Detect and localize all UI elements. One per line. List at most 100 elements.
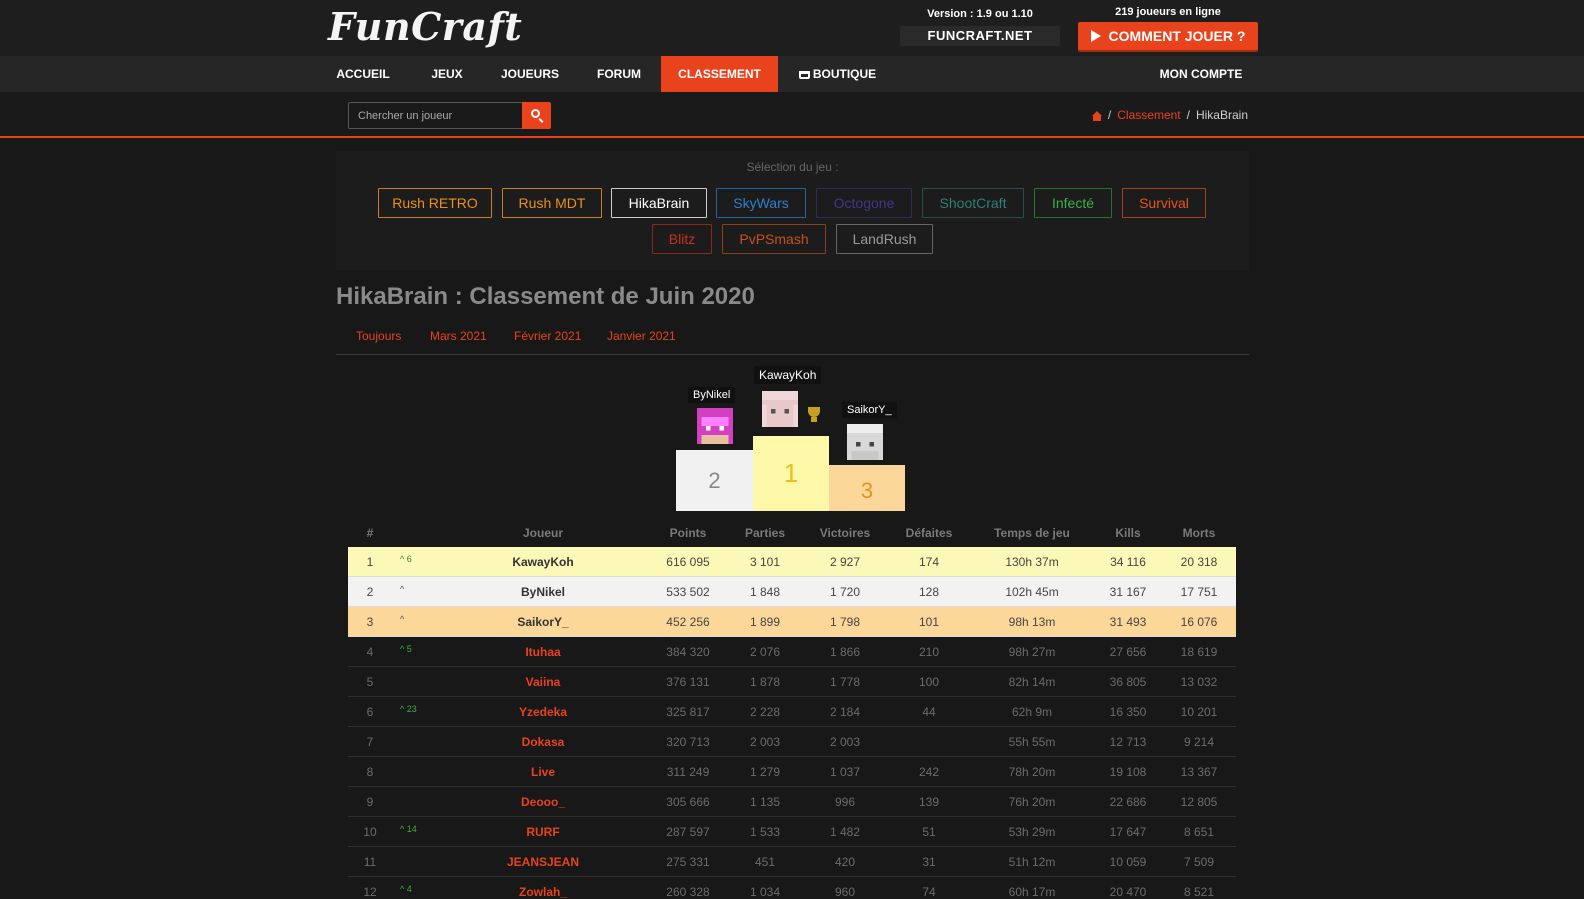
cell-player[interactable]: Live <box>488 765 598 779</box>
podium-first-avatar[interactable] <box>762 391 798 427</box>
tab-mars-2021[interactable]: Mars 2021 <box>430 329 487 343</box>
cell-player[interactable]: Zowlah_ <box>488 885 598 899</box>
cell-parties: 3 101 <box>749 555 781 569</box>
cell-player[interactable]: Deooo_ <box>488 795 598 809</box>
cell-kills: 20 470 <box>1109 885 1147 899</box>
game-hikabrain[interactable]: HikaBrain <box>611 188 707 218</box>
cell-rank: 4 <box>366 645 374 659</box>
cell-player[interactable]: ByNikel <box>488 585 598 599</box>
col-morts[interactable]: Morts <box>1162 526 1236 540</box>
podium-second-avatar[interactable] <box>697 408 733 444</box>
cell-victoires: 2 927 <box>829 555 861 569</box>
cell-points: 384 320 <box>666 645 710 659</box>
game-shootcraft[interactable]: ShootCraft <box>922 188 1024 218</box>
cell-parties: 451 <box>754 855 776 869</box>
cell-temps: 55h 55m <box>1008 735 1056 749</box>
cell-player[interactable]: RURF <box>488 825 598 839</box>
cell-player[interactable]: SaikorY_ <box>488 615 598 629</box>
cell-player[interactable]: JEANSJEAN <box>488 855 598 869</box>
cell-defaites: 31 <box>922 855 936 869</box>
podium-third-avatar[interactable] <box>847 424 883 460</box>
col-kills[interactable]: Kills <box>1094 526 1162 540</box>
table-row[interactable]: 8 Live 311 249 1 279 1 037 242 78h 20m 19 108 13… <box>348 757 1236 787</box>
table-row[interactable]: 3 ^ SaikorY_ 452 256 1 899 1 798 101 98h 13m 31 … <box>348 607 1236 637</box>
search-button[interactable] <box>522 102 551 129</box>
podium-third-name[interactable]: SaikorY_ <box>842 402 897 418</box>
table-row[interactable]: 2 ^ ByNikel 533 502 1 848 1 720 128 102h 45m 31 … <box>348 577 1236 607</box>
col-rank[interactable]: # <box>348 526 392 540</box>
cell-player[interactable]: KawayKoh <box>488 555 598 569</box>
tab-fevrier-2021[interactable]: Février 2021 <box>514 329 581 343</box>
game-infecte[interactable]: Infecté <box>1034 188 1112 218</box>
game-octogone[interactable]: Octogone <box>816 188 912 218</box>
table-row[interactable]: 7 Dokasa 320 713 2 003 2 003 55h 55m 12 713 9 2… <box>348 727 1236 757</box>
col-parties[interactable]: Parties <box>728 526 802 540</box>
game-rush-mdt[interactable]: Rush MDT <box>502 188 602 218</box>
cell-player[interactable]: Dokasa <box>488 735 598 749</box>
table-row[interactable]: 12 ^ 4 Zowlah_ 260 328 1 034 960 74 60h 17m 20 4… <box>348 877 1236 899</box>
online-players-count: 219 joueurs en ligne <box>1115 6 1221 18</box>
table-row[interactable]: 1 ^ 6 KawayKoh 616 095 3 101 2 927 174 130h 37m… <box>348 547 1236 577</box>
cell-player[interactable]: Ituhaa <box>488 645 598 659</box>
table-row[interactable]: 11 JEANSJEAN 275 331 451 420 31 51h 12m 10 059 7… <box>348 847 1236 877</box>
cell-rank: 11 <box>363 855 377 869</box>
cell-morts: 12 805 <box>1180 795 1218 809</box>
col-victoires[interactable]: Victoires <box>802 526 888 540</box>
cell-rank: 5 <box>366 675 374 689</box>
nav-classement[interactable]: CLASSEMENT <box>661 56 778 92</box>
game-skywars[interactable]: SkyWars <box>716 188 806 218</box>
col-temps[interactable]: Temps de jeu <box>970 526 1094 540</box>
table-row[interactable]: 4 ^ 5 Ituhaa 384 320 2 076 1 866 210 98h 27m 27 … <box>348 637 1236 667</box>
cell-morts: 8 651 <box>1183 825 1215 839</box>
cell-defaites: 174 <box>918 555 940 569</box>
cell-parties: 1 848 <box>749 585 781 599</box>
period-tabs: Toujours Mars 2021 Février 2021 Janvier … <box>336 325 1249 355</box>
cell-player[interactable]: Yzedeka <box>488 705 598 719</box>
nav-joueurs[interactable]: JOUEURS <box>490 56 570 92</box>
home-icon[interactable] <box>1091 111 1102 121</box>
cell-morts: 9 214 <box>1183 735 1215 749</box>
cell-temps: 82h 14m <box>1008 675 1056 689</box>
cell-parties: 2 076 <box>749 645 781 659</box>
cell-victoires: 2 003 <box>829 735 861 749</box>
nav-boutique[interactable]: BOUTIQUE <box>790 56 885 92</box>
funcraft-logo[interactable]: FunCraft <box>328 4 522 49</box>
game-pvpsmash[interactable]: PvPSmash <box>722 224 826 254</box>
tab-janvier-2021[interactable]: Janvier 2021 <box>607 329 676 343</box>
game-survival[interactable]: Survival <box>1122 188 1206 218</box>
cell-temps: 53h 29m <box>1008 825 1056 839</box>
cell-victoires: 960 <box>834 885 856 899</box>
podium-first-name[interactable]: KawayKoh <box>754 366 822 384</box>
table-row[interactable]: 6 ^ 23 Yzedeka 325 817 2 228 2 184 44 62h 9m 16 … <box>348 697 1236 727</box>
cell-morts: 8 521 <box>1183 885 1215 899</box>
table-row[interactable]: 9 Deooo_ 305 666 1 135 996 139 76h 20m 22 686 12… <box>348 787 1236 817</box>
cell-points: 320 713 <box>666 735 710 749</box>
cell-defaites: 51 <box>922 825 936 839</box>
cell-temps: 98h 27m <box>1008 645 1056 659</box>
game-blitz[interactable]: Blitz <box>652 224 712 254</box>
cell-temps: 78h 20m <box>1008 765 1056 779</box>
cell-player[interactable]: Vaiina <box>488 675 598 689</box>
nav-jeux[interactable]: JEUX <box>418 56 476 92</box>
col-joueur[interactable]: Joueur <box>488 526 598 540</box>
tab-toujours[interactable]: Toujours <box>356 329 401 343</box>
col-points[interactable]: Points <box>648 526 728 540</box>
cell-temps: 102h 45m <box>1005 585 1059 599</box>
table-row[interactable]: 5 Vaiina 376 131 1 878 1 778 100 82h 14m 36 805… <box>348 667 1236 697</box>
game-rush-retro[interactable]: Rush RETRO <box>378 188 492 218</box>
table-row[interactable]: 10 ^ 14 RURF 287 597 1 533 1 482 51 53h 29m 17 6… <box>348 817 1236 847</box>
how-to-play-label: COMMENT JOUER ? <box>1108 28 1246 44</box>
how-to-play-button[interactable]: COMMENT JOUER ? <box>1078 22 1258 50</box>
nav-mon-compte[interactable]: MON COMPTE <box>1148 56 1254 92</box>
cell-trend: ^ 5 <box>400 644 412 654</box>
server-address[interactable]: FUNCRAFT.NET <box>900 26 1060 46</box>
cell-parties: 1 135 <box>749 795 781 809</box>
player-search-input[interactable] <box>348 102 523 129</box>
nav-accueil[interactable]: ACCUEIL <box>326 56 400 92</box>
cell-points: 260 328 <box>666 885 710 899</box>
game-landrush[interactable]: LandRush <box>836 224 933 254</box>
breadcrumb-classement[interactable]: Classement <box>1117 108 1180 122</box>
podium-second-name[interactable]: ByNikel <box>688 387 736 403</box>
nav-forum[interactable]: FORUM <box>585 56 653 92</box>
col-defaites[interactable]: Défaites <box>888 526 970 540</box>
